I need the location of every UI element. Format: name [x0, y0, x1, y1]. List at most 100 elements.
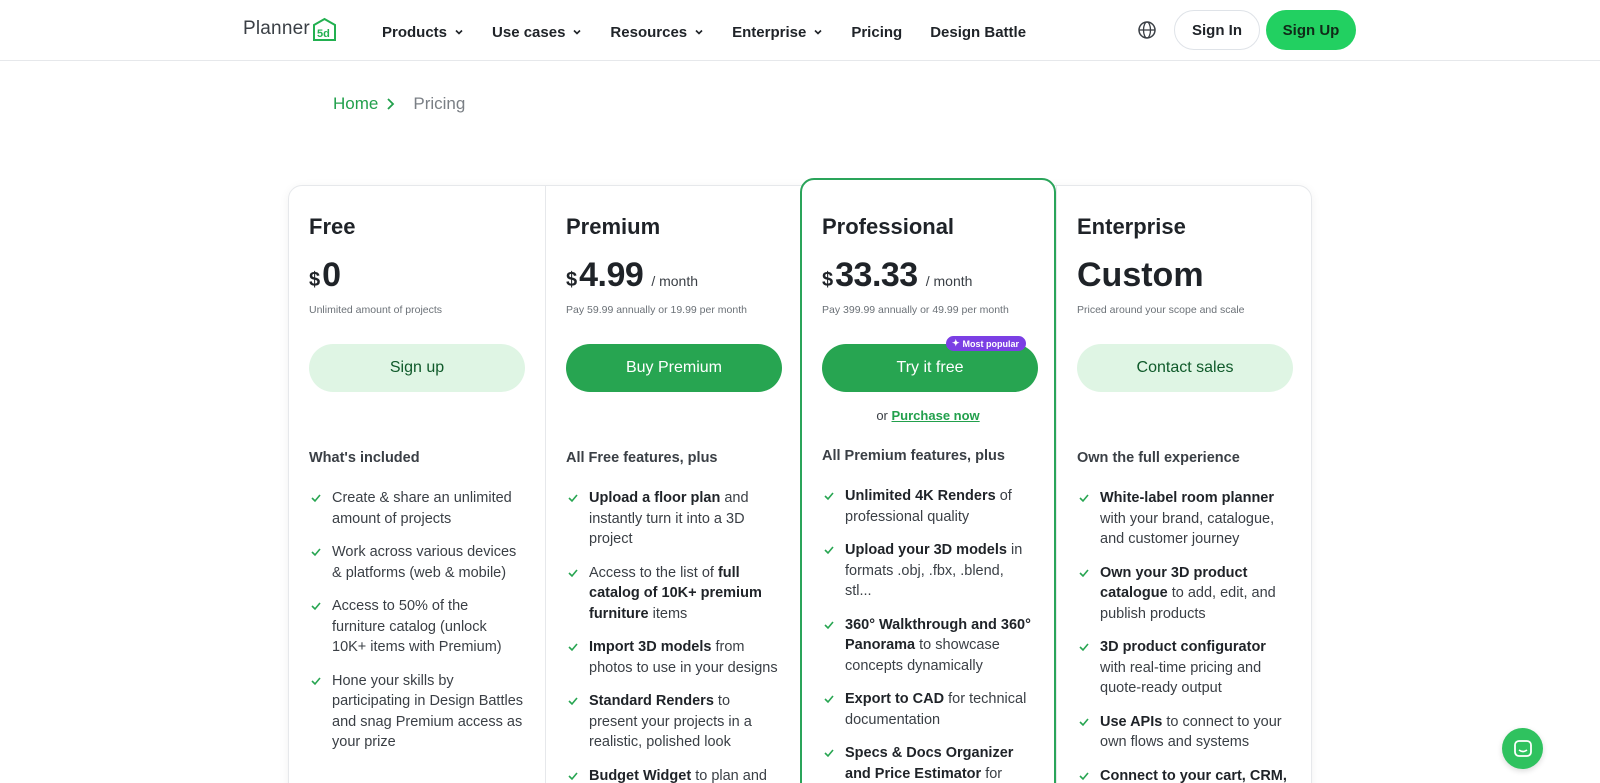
feature-text: Export to CAD for technical documentatio…: [845, 691, 1027, 728]
feature-text: White-label room planner with your brand…: [1100, 490, 1275, 547]
price-note: Pay 59.99 annually or 19.99 per month: [566, 304, 747, 316]
purchase-now-link[interactable]: Purchase now: [892, 408, 980, 423]
try-it-free-label: Try it free: [896, 359, 964, 376]
feature-item: Hone your skills by participating in Des…: [309, 671, 525, 753]
chevron-right-icon: [387, 98, 395, 110]
feature-item: Access to 50% of the furniture catalog (…: [309, 596, 525, 658]
feature-item: Connect to your cart, CRM,: [1077, 766, 1292, 783]
nav-pricing[interactable]: Pricing: [851, 20, 902, 44]
feature-text: Hone your skills by participating in Des…: [332, 672, 524, 751]
or-text: or: [876, 408, 888, 423]
nav-design-battle[interactable]: Design Battle: [930, 20, 1026, 44]
nav-enterprise[interactable]: Enterprise: [732, 20, 823, 44]
chevron-down-icon: [455, 29, 463, 35]
buy-premium-button[interactable]: Buy Premium: [566, 344, 782, 392]
price-currency: $: [566, 269, 578, 291]
price-note: Pay 399.99 annually or 49.99 per month: [822, 304, 1009, 316]
check-icon: [311, 548, 321, 557]
plan-name: Free: [309, 214, 356, 239]
pricing-plans: Free $ 0 Unlimited amount of projects Si…: [288, 178, 1312, 783]
sparkle-icon: ✦: [951, 338, 960, 348]
nav-use-cases-label: Use cases: [492, 23, 566, 41]
contact-sales-button[interactable]: Contact sales: [1077, 344, 1293, 392]
check-icon: [824, 620, 834, 629]
price-value: 0: [322, 256, 341, 294]
nav-products-label: Products: [382, 23, 448, 41]
feature-text: 360° Walkthrough and 360° Panorama to sh…: [845, 616, 1031, 674]
nav-products[interactable]: Products: [382, 20, 464, 44]
check-icon: [1079, 717, 1089, 726]
check-icon: [568, 494, 578, 503]
sign-in-button[interactable]: Sign In: [1174, 10, 1260, 50]
most-popular-badge: ✦ Most popular: [945, 336, 1026, 351]
logo-text: Planner: [243, 18, 310, 39]
included-heading: What's included: [309, 450, 420, 466]
feature-item: White-label room planner with your brand…: [1077, 488, 1292, 550]
breadcrumb: Home Pricing: [333, 94, 465, 114]
check-icon: [311, 602, 321, 611]
feature-text: Create & share an unlimited amount of pr…: [332, 490, 512, 527]
chat-launcher-button[interactable]: [1502, 728, 1543, 769]
price-period: / month: [925, 273, 973, 289]
check-icon: [311, 494, 321, 503]
feature-text: Import 3D models from photos to use in y…: [589, 639, 778, 676]
plan-name: Premium: [566, 214, 661, 239]
plan-card-premium: Premium $ 4.99 / month Pay 59.99 annuall…: [545, 186, 801, 783]
feature-text: Access to the list of full catalog of 10…: [589, 564, 762, 622]
feature-text: Unlimited 4K Renders of professional qua…: [845, 488, 1012, 525]
feature-text: Work across various devices & platforms …: [332, 544, 517, 581]
check-icon: [1079, 494, 1089, 503]
feature-item: Export to CAD for technical documentatio…: [822, 689, 1034, 730]
feature-item: Upload a floor plan and instantly turn i…: [566, 488, 781, 550]
purchase-alt: or Purchase now: [822, 408, 1034, 424]
feature-item: Use APIs to connect to your own flows an…: [1077, 712, 1292, 753]
feature-item: Upload your 3D models in formats .obj, .…: [822, 540, 1034, 602]
feature-text: Budget Widget to plan and: [589, 767, 767, 783]
sign-up-plan-button[interactable]: Sign up: [309, 344, 525, 392]
feature-list: White-label room planner with your brand…: [1077, 488, 1292, 783]
planner5d-logo[interactable]: Planner 5d: [243, 16, 337, 42]
breadcrumb-current: Pricing: [413, 94, 466, 113]
feature-item: Own your 3D product catalogue to add, ed…: [1077, 563, 1292, 625]
feature-text: Connect to your cart, CRM,: [1100, 767, 1287, 783]
nav-pricing-label: Pricing: [851, 23, 903, 41]
try-it-free-button[interactable]: Try it free ✦ Most popular: [822, 336, 1038, 392]
feature-item: Access to the list of full catalog of 10…: [566, 563, 781, 625]
feature-item: Import 3D models from photos to use in y…: [566, 637, 781, 678]
plan-card-enterprise: Enterprise Custom Priced around your sco…: [1056, 186, 1312, 783]
price-value: 4.99: [579, 256, 644, 294]
check-icon: [824, 546, 834, 555]
price-value: 33.33: [835, 256, 918, 294]
feature-text: Use APIs to connect to your own flows an…: [1100, 713, 1282, 751]
feature-text: Upload your 3D models in formats .obj, .…: [845, 542, 1023, 599]
price-row: $ 4.99 / month: [566, 256, 781, 296]
nav-use-cases[interactable]: Use cases: [492, 20, 582, 44]
price-currency: $: [822, 269, 834, 291]
sign-up-button[interactable]: Sign Up: [1266, 10, 1356, 50]
chevron-down-icon: [573, 29, 581, 35]
chat-icon: [1513, 739, 1532, 757]
feature-text: Access to 50% of the furniture catalog (…: [332, 598, 502, 655]
feature-text: Own your 3D product catalogue to add, ed…: [1100, 564, 1276, 622]
plan-name: Professional: [822, 214, 955, 239]
logo-mark-icon: 5d: [312, 17, 337, 42]
check-icon: [568, 643, 578, 652]
feature-text: Specs & Docs Organizer and Price Estimat…: [845, 745, 1014, 782]
plan-card-free: Free $ 0 Unlimited amount of projects Si…: [289, 186, 545, 783]
check-icon: [1079, 771, 1089, 780]
breadcrumb-home-link[interactable]: Home: [333, 94, 378, 114]
nav-design-battle-label: Design Battle: [930, 23, 1027, 41]
price-row: $ 33.33 / month: [822, 256, 1034, 296]
included-heading: All Free features, plus: [566, 450, 718, 466]
badge-label: Most popular: [962, 338, 1020, 349]
feature-text: 3D product configurator with real-time p…: [1100, 639, 1266, 696]
globe-icon[interactable]: [1137, 20, 1157, 40]
nav-resources[interactable]: Resources: [610, 20, 704, 44]
plan-name: Enterprise: [1077, 214, 1186, 239]
logo-mark-text: 5d: [317, 28, 330, 40]
price-custom: Custom: [1077, 256, 1204, 294]
check-icon: [311, 676, 321, 685]
check-icon: [568, 771, 578, 780]
plan-card-professional: Professional $ 33.33 / month Pay 399.99 …: [800, 178, 1056, 783]
feature-item: Create & share an unlimited amount of pr…: [309, 488, 525, 529]
